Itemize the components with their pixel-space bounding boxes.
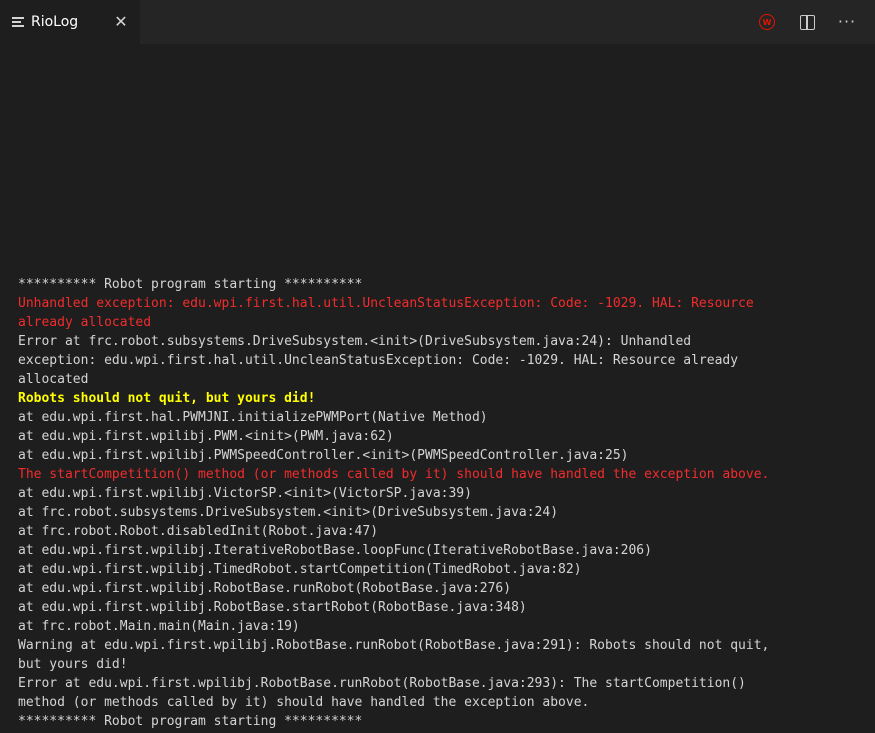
log-line: at edu.wpi.first.wpilibj.PWMSpeedControl… xyxy=(18,448,629,463)
log-line-error: The startCompetition() method (or method… xyxy=(18,467,770,482)
log-line: allocated xyxy=(18,372,89,387)
log-line: at frc.robot.Main.main(Main.java:19) xyxy=(18,619,300,634)
log-output: ********** Robot program starting ******… xyxy=(18,275,875,731)
more-actions-icon: ··· xyxy=(837,12,857,31)
more-actions-button[interactable]: ··· xyxy=(835,10,859,34)
close-icon[interactable]: ✕ xyxy=(112,13,130,31)
wpilib-command-button[interactable]: W xyxy=(755,10,779,34)
log-line: ********** Robot program starting ******… xyxy=(18,714,363,729)
log-line: exception: edu.wpi.first.hal.util.Unclea… xyxy=(18,353,739,368)
log-line: ********** Robot program starting ******… xyxy=(18,277,363,292)
log-line: method (or methods called by it) should … xyxy=(18,695,590,710)
log-line: at edu.wpi.first.wpilibj.PWM.<init>(PWM.… xyxy=(18,429,394,444)
split-editor-icon xyxy=(799,14,815,30)
log-line: at frc.robot.Robot.disabledInit(Robot.ja… xyxy=(18,524,379,539)
log-line: but yours did! xyxy=(18,657,128,672)
tab-bar: RioLog ✕ W ··· xyxy=(0,0,875,44)
log-line: at edu.wpi.first.wpilibj.VictorSP.<init>… xyxy=(18,486,472,501)
wpilib-logo-icon: W xyxy=(759,14,775,30)
log-line: at edu.wpi.first.wpilibj.RobotBase.runRo… xyxy=(18,581,512,596)
log-line: at edu.wpi.first.wpilibj.IterativeRobotB… xyxy=(18,543,652,558)
split-editor-button[interactable] xyxy=(795,10,819,34)
log-line: Error at frc.robot.subsystems.DriveSubsy… xyxy=(18,334,692,349)
tab-title: RioLog xyxy=(31,14,79,30)
riolog-window: RioLog ✕ W ··· ********** Robot program … xyxy=(0,0,875,733)
log-line: at frc.robot.subsystems.DriveSubsystem.<… xyxy=(18,505,559,520)
log-line: at edu.wpi.first.wpilibj.RobotBase.start… xyxy=(18,600,527,615)
log-line-warning: Robots should not quit, but yours did! xyxy=(18,391,316,406)
tab-riolog[interactable]: RioLog ✕ xyxy=(0,0,140,44)
list-lines-icon xyxy=(12,17,24,27)
log-line-error: Unhandled exception: edu.wpi.first.hal.u… xyxy=(18,296,754,311)
editor-actions: W ··· xyxy=(739,10,859,34)
log-line: at edu.wpi.first.hal.PWMJNI.initializePW… xyxy=(18,410,488,425)
log-line: Error at edu.wpi.first.wpilibj.RobotBase… xyxy=(18,676,746,691)
log-line: at edu.wpi.first.wpilibj.TimedRobot.star… xyxy=(18,562,582,577)
log-line: Warning at edu.wpi.first.wpilibj.RobotBa… xyxy=(18,638,770,653)
log-line-error: already allocated xyxy=(18,315,152,330)
